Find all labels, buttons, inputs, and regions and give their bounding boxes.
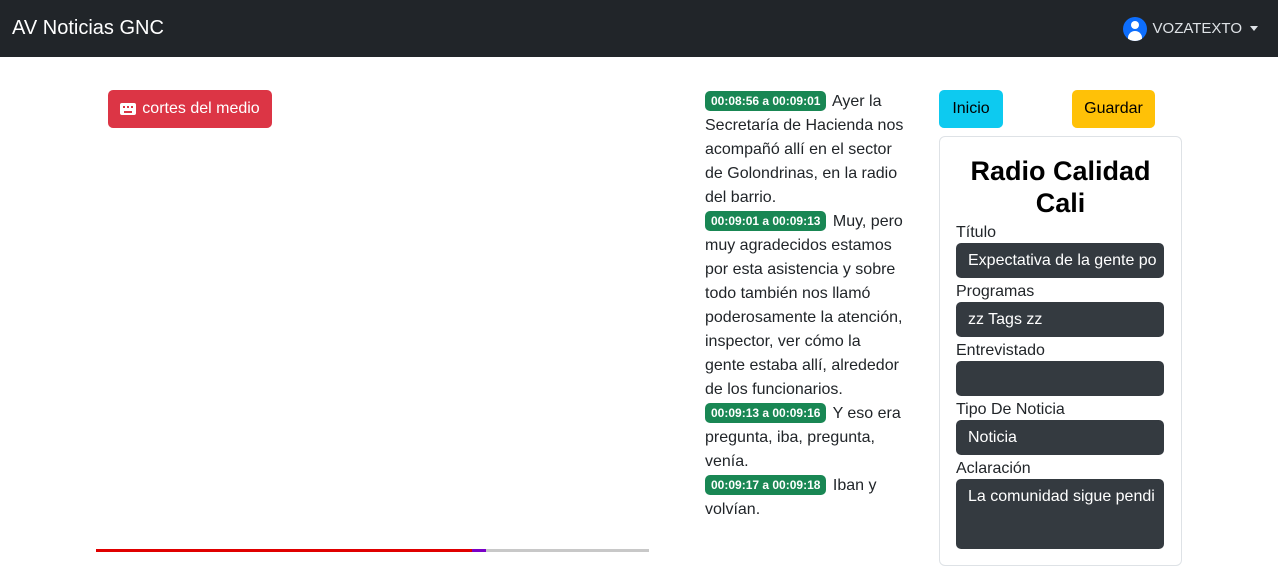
- app-brand[interactable]: AV Noticias GNC: [12, 17, 164, 40]
- user-name: VOZATEXTO: [1152, 20, 1242, 37]
- programas-field[interactable]: zz Tags zz: [956, 302, 1164, 337]
- news-form-card: Radio Calidad Cali Título Expectativa de…: [939, 136, 1182, 566]
- timestamp-badge[interactable]: 00:09:17 a 00:09:18: [705, 475, 827, 495]
- transcript-panel: 00:08:56 a 00:09:01 Ayer la Secretaría d…: [705, 90, 905, 522]
- cortes-label: cortes del medio: [142, 100, 260, 117]
- cortes-del-medio-button[interactable]: cortes del medio: [108, 90, 272, 128]
- guardar-button[interactable]: Guardar: [1072, 90, 1155, 128]
- programas-label: Programas: [956, 283, 1035, 300]
- caret-down-icon: [1250, 26, 1258, 31]
- entrevistado-label: Entrevistado: [956, 342, 1045, 359]
- entrevistado-field[interactable]: [956, 361, 1164, 396]
- keyboard-icon: [120, 103, 137, 115]
- titulo-field[interactable]: Expectativa de la gente po: [956, 243, 1164, 278]
- transcript-segment: 00:09:17 a 00:09:18 Iban y volvían.: [705, 474, 905, 522]
- timestamp-badge[interactable]: 00:08:56 a 00:09:01: [705, 91, 827, 111]
- user-avatar-icon: [1122, 16, 1147, 41]
- transcript-segment: 00:08:56 a 00:09:01 Ayer la Secretaría d…: [705, 90, 905, 210]
- timestamp-badge[interactable]: 00:09:13 a 00:09:16: [705, 403, 827, 423]
- timestamp-badge[interactable]: 00:09:01 a 00:09:13: [705, 211, 827, 231]
- aclaracion-field[interactable]: La comunidad sigue pendi: [956, 479, 1164, 549]
- transcript-segment: 00:09:01 a 00:09:13 Muy, pero muy agrade…: [705, 210, 905, 402]
- titulo-label: Título: [956, 224, 997, 241]
- tipo-noticia-field[interactable]: Noticia: [956, 420, 1164, 455]
- tipo-noticia-label: Tipo De Noticia: [956, 401, 1065, 418]
- aclaracion-label: Aclaración: [956, 460, 1031, 477]
- transcript-segment: 00:09:13 a 00:09:16 Y eso era pregunta, …: [705, 402, 905, 474]
- user-menu[interactable]: VOZATEXTO: [1122, 16, 1258, 41]
- inicio-button[interactable]: Inicio: [939, 90, 1003, 128]
- station-title: Radio Calidad Cali: [970, 156, 1151, 218]
- segment-text: Muy, pero muy agradecidos estamos por es…: [705, 213, 903, 398]
- top-navbar: AV Noticias GNC VOZATEXTO: [0, 0, 1278, 57]
